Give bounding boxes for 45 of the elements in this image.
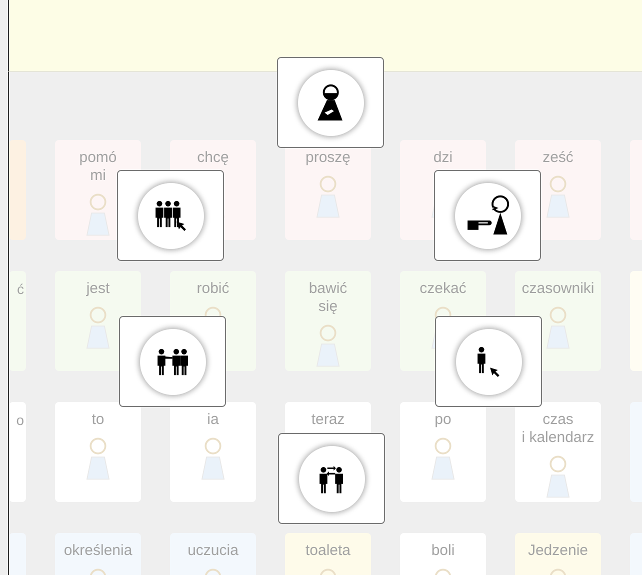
tile-label: jest xyxy=(86,280,110,298)
symbol-tile[interactable]: po xyxy=(400,402,486,502)
pronoun-option-menu[interactable] xyxy=(434,170,541,261)
tile-label: ia xyxy=(207,411,219,429)
person-cursor-icon xyxy=(476,344,501,378)
tile-label: chcę xyxy=(197,149,229,167)
symbol-tile[interactable]: bawić się xyxy=(285,271,371,371)
tile-label: po xyxy=(434,411,452,429)
tile-label: dzi xyxy=(433,149,453,167)
symbol-tile[interactable]: uczucia xyxy=(170,533,256,575)
tile-label: ześć xyxy=(542,149,574,167)
symbol-tile[interactable]: ia xyxy=(170,402,256,502)
symbol-tile[interactable]: o xyxy=(9,402,26,502)
symbol-tile[interactable]: ć xyxy=(9,271,26,371)
tile-label: czasowniki xyxy=(522,280,594,298)
pronoun-option-menu[interactable] xyxy=(119,316,226,407)
symbol-tile[interactable]: Jedzenie xyxy=(515,533,601,575)
symbol-tile[interactable]: to xyxy=(55,402,141,502)
three-people-cursor-icon xyxy=(154,198,188,232)
symbol-tile[interactable]: toaleta xyxy=(285,533,371,575)
tile-label: to xyxy=(92,411,104,429)
tile-label: teraz xyxy=(311,411,345,429)
symbol-tile[interactable]: czas i kalendarz xyxy=(515,402,601,502)
tile-label: bawić się xyxy=(308,280,348,316)
tile-label: określenia xyxy=(64,542,132,560)
tile-label: czekać xyxy=(420,280,466,298)
tile-label: proszę xyxy=(305,149,351,167)
tile-label: boli xyxy=(431,542,455,560)
pronoun-option-menu[interactable] xyxy=(278,433,385,524)
tile-label: o xyxy=(16,411,24,429)
person-pointing-at-people-icon xyxy=(156,346,190,376)
tile-label: Jedzenie xyxy=(528,542,588,560)
smiling-person-icon xyxy=(316,83,345,122)
symbol-tile[interactable] xyxy=(9,140,26,240)
symbol-tile[interactable]: określenia xyxy=(55,533,141,575)
tile-label: robić xyxy=(196,280,230,298)
pointing-hand-person-icon xyxy=(466,194,510,237)
pronoun-option-menu[interactable] xyxy=(277,57,384,148)
tile-label: pomó mi xyxy=(79,149,117,185)
tile-label: toaleta xyxy=(305,542,351,560)
tile-label: czas i kalendarz xyxy=(522,411,594,447)
symbol-tile[interactable]: boli xyxy=(400,533,486,575)
tile-label: uczucia xyxy=(188,542,238,560)
pronoun-option-menu[interactable] xyxy=(117,170,224,261)
tile-label: ć xyxy=(17,280,24,298)
